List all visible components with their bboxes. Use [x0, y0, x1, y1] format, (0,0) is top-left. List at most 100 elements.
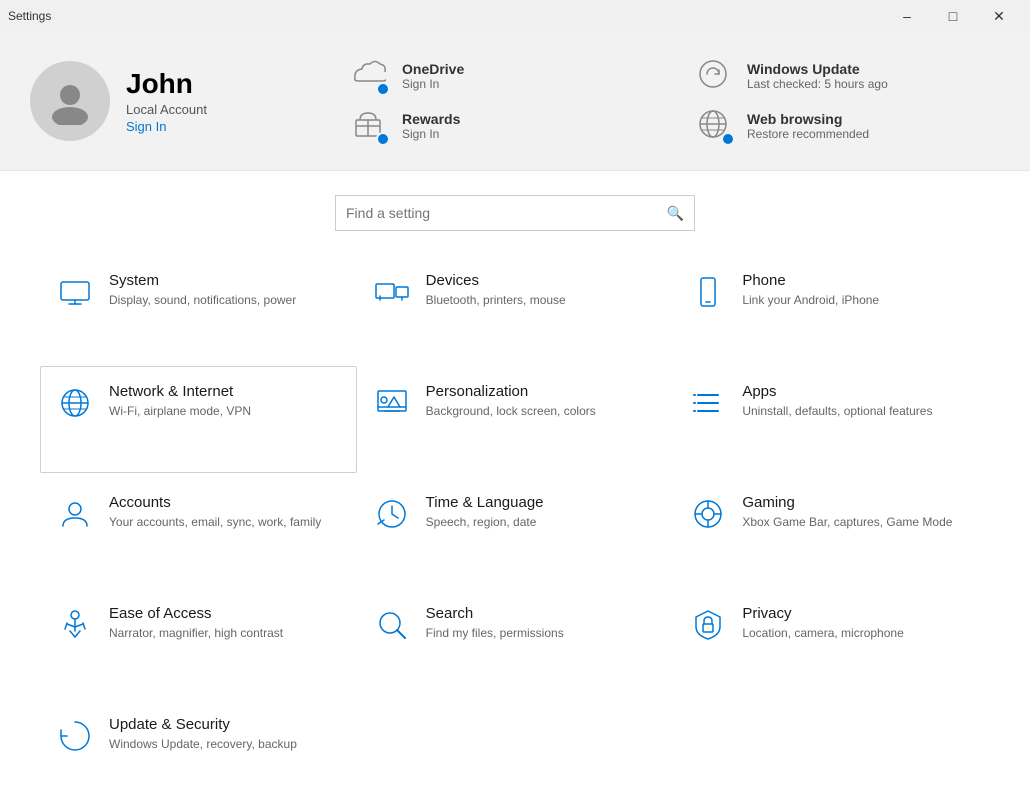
services-grid: OneDrive Sign In Windows Update Last che…: [350, 56, 1000, 146]
setting-title: Privacy: [742, 605, 903, 622]
setting-title: Network & Internet: [109, 383, 251, 400]
setting-desc: Background, lock screen, colors: [426, 403, 596, 420]
avatar: [30, 61, 110, 141]
setting-item-devices[interactable]: Devices Bluetooth, printers, mouse: [357, 255, 674, 362]
setting-title: Phone: [742, 272, 879, 289]
setting-item-phone[interactable]: Phone Link your Android, iPhone: [673, 255, 990, 362]
windows-update-name: Windows Update: [747, 61, 888, 77]
search-section: 🔍: [0, 171, 1030, 255]
rewards-sub: Sign In: [402, 127, 460, 141]
sign-in-link[interactable]: Sign In: [126, 119, 207, 134]
setting-item-gaming[interactable]: Gaming Xbox Game Bar, captures, Game Mod…: [673, 477, 990, 584]
setting-text: Devices Bluetooth, printers, mouse: [426, 272, 566, 309]
system-icon: [55, 272, 95, 312]
setting-text: Apps Uninstall, defaults, optional featu…: [742, 383, 932, 420]
onedrive-icon: [350, 56, 390, 96]
setting-text: Privacy Location, camera, microphone: [742, 605, 903, 642]
setting-item-apps[interactable]: Apps Uninstall, defaults, optional featu…: [673, 366, 990, 473]
setting-item-time-language[interactable]: Time & Language Speech, region, date: [357, 477, 674, 584]
setting-desc: Wi-Fi, airplane mode, VPN: [109, 403, 251, 420]
setting-title: Personalization: [426, 383, 596, 400]
setting-desc: Your accounts, email, sync, work, family: [109, 514, 321, 531]
setting-desc: Speech, region, date: [426, 514, 544, 531]
setting-title: Ease of Access: [109, 605, 283, 622]
search-icon: [372, 605, 412, 645]
setting-item-search[interactable]: Search Find my files, permissions: [357, 588, 674, 695]
web-browsing-badge: [721, 132, 735, 146]
ease-of-access-icon: [55, 605, 95, 645]
onedrive-badge: [376, 82, 390, 96]
service-web-browsing[interactable]: Web browsing Restore recommended: [695, 106, 1000, 146]
rewards-name: Rewards: [402, 111, 460, 127]
account-type: Local Account: [126, 102, 207, 117]
settings-grid: System Display, sound, notifications, po…: [0, 255, 1030, 806]
setting-text: Search Find my files, permissions: [426, 605, 564, 642]
setting-text: Ease of Access Narrator, magnifier, high…: [109, 605, 283, 642]
service-rewards[interactable]: Rewards Sign In: [350, 106, 655, 146]
profile-info: John Local Account Sign In: [126, 68, 207, 134]
windows-update-icon: [695, 56, 735, 96]
setting-item-personalization[interactable]: Personalization Background, lock screen,…: [357, 366, 674, 473]
setting-title: Gaming: [742, 494, 952, 511]
network-icon: [55, 383, 95, 423]
setting-title: Update & Security: [109, 716, 297, 733]
web-browsing-name: Web browsing: [747, 111, 869, 127]
search-input[interactable]: [346, 205, 667, 221]
setting-title: Apps: [742, 383, 932, 400]
setting-title: Search: [426, 605, 564, 622]
maximize-button[interactable]: □: [930, 0, 976, 32]
web-browsing-text: Web browsing Restore recommended: [747, 111, 869, 141]
minimize-button[interactable]: –: [884, 0, 930, 32]
windows-update-sub: Last checked: 5 hours ago: [747, 77, 888, 91]
setting-text: Update & Security Windows Update, recove…: [109, 716, 297, 753]
setting-desc: Find my files, permissions: [426, 625, 564, 642]
setting-desc: Narrator, magnifier, high contrast: [109, 625, 283, 642]
setting-text: System Display, sound, notifications, po…: [109, 272, 296, 309]
time-language-icon: [372, 494, 412, 534]
profile-left: John Local Account Sign In: [30, 61, 310, 141]
app-title: Settings: [8, 9, 51, 23]
personalization-icon: [372, 383, 412, 423]
setting-item-accounts[interactable]: Accounts Your accounts, email, sync, wor…: [40, 477, 357, 584]
setting-item-ease-of-access[interactable]: Ease of Access Narrator, magnifier, high…: [40, 588, 357, 695]
setting-desc: Xbox Game Bar, captures, Game Mode: [742, 514, 952, 531]
setting-text: Personalization Background, lock screen,…: [426, 383, 596, 420]
setting-item-update-security[interactable]: Update & Security Windows Update, recove…: [40, 699, 357, 806]
rewards-badge: [376, 132, 390, 146]
apps-icon: [688, 383, 728, 423]
setting-text: Phone Link your Android, iPhone: [742, 272, 879, 309]
setting-desc: Bluetooth, printers, mouse: [426, 292, 566, 309]
setting-item-network[interactable]: Network & Internet Wi-Fi, airplane mode,…: [40, 366, 357, 473]
search-box[interactable]: 🔍: [335, 195, 695, 231]
setting-item-system[interactable]: System Display, sound, notifications, po…: [40, 255, 357, 362]
onedrive-name: OneDrive: [402, 61, 464, 77]
setting-text: Network & Internet Wi-Fi, airplane mode,…: [109, 383, 251, 420]
web-browsing-sub: Restore recommended: [747, 127, 869, 141]
setting-title: Time & Language: [426, 494, 544, 511]
setting-desc: Location, camera, microphone: [742, 625, 903, 642]
profile-banner: John Local Account Sign In OneDrive Sign…: [0, 32, 1030, 171]
setting-item-privacy[interactable]: Privacy Location, camera, microphone: [673, 588, 990, 695]
window-controls: – □ ✕: [884, 0, 1022, 32]
profile-name: John: [126, 68, 207, 100]
phone-icon: [688, 272, 728, 312]
setting-title: Accounts: [109, 494, 321, 511]
search-icon: 🔍: [667, 205, 684, 222]
accounts-icon: [55, 494, 95, 534]
devices-icon: [372, 272, 412, 312]
rewards-icon: [350, 106, 390, 146]
service-windows-update[interactable]: Windows Update Last checked: 5 hours ago: [695, 56, 1000, 96]
setting-title: Devices: [426, 272, 566, 289]
service-onedrive[interactable]: OneDrive Sign In: [350, 56, 655, 96]
web-browsing-icon: [695, 106, 735, 146]
titlebar: Settings – □ ✕: [0, 0, 1030, 32]
privacy-icon: [688, 605, 728, 645]
onedrive-text: OneDrive Sign In: [402, 61, 464, 91]
setting-desc: Link your Android, iPhone: [742, 292, 879, 309]
rewards-text: Rewards Sign In: [402, 111, 460, 141]
setting-title: System: [109, 272, 296, 289]
setting-text: Time & Language Speech, region, date: [426, 494, 544, 531]
windows-update-text: Windows Update Last checked: 5 hours ago: [747, 61, 888, 91]
gaming-icon: [688, 494, 728, 534]
close-button[interactable]: ✕: [976, 0, 1022, 32]
